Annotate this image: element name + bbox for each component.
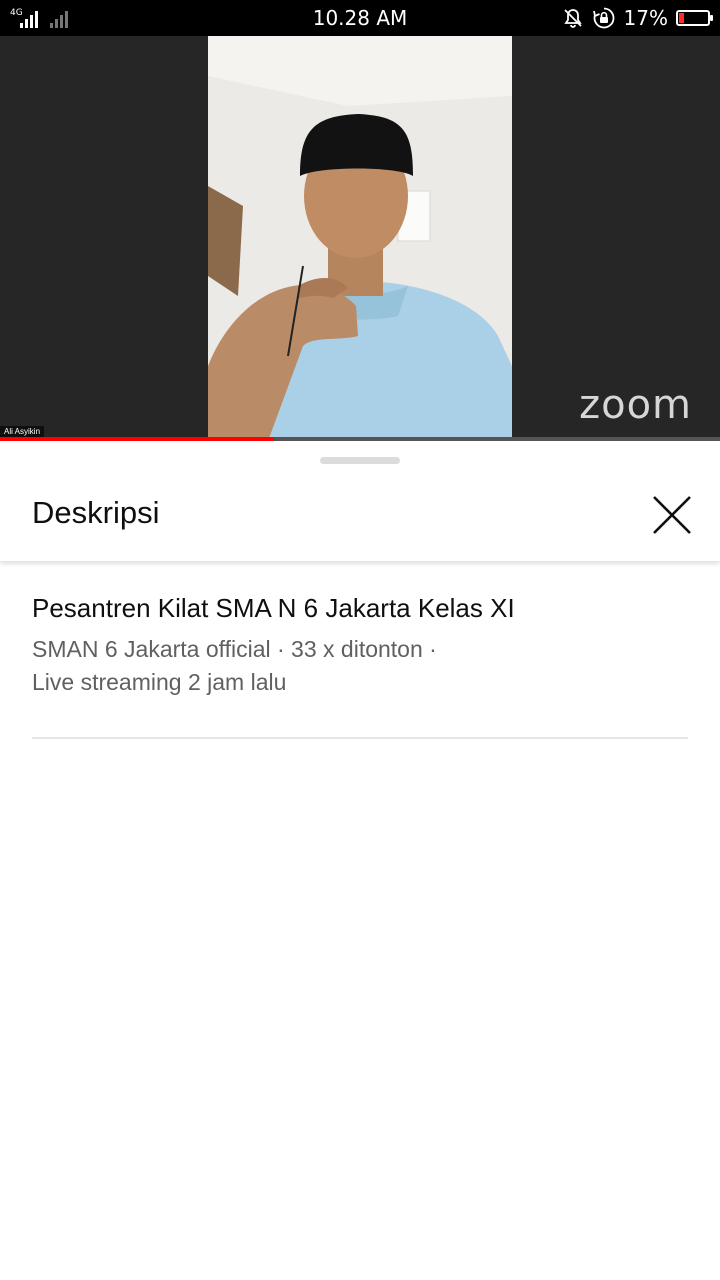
- description-sheet: Deskripsi Pesantren Kilat SMA N 6 Jakart…: [0, 441, 720, 1280]
- participant-name: Ali Asyikin: [0, 426, 45, 437]
- close-button[interactable]: [640, 483, 704, 547]
- app-screen: 4G 10.28 AM 17% Ali Asyikin zoom Deskrip…: [0, 0, 720, 1280]
- mute-icon: [563, 9, 582, 28]
- battery-percent: 17%: [623, 6, 668, 30]
- battery-tip: [710, 15, 713, 21]
- status-right-icons: 17%: [562, 5, 713, 31]
- speaker-video-image: [208, 36, 512, 441]
- sheet-title: Deskripsi: [32, 495, 160, 530]
- battery-level-fill: [679, 13, 684, 23]
- video-frame: [208, 36, 512, 441]
- divider: [32, 737, 688, 739]
- metadata-line-channel-views: SMAN 6 Jakarta official · 33 x ditonton …: [32, 636, 437, 662]
- video-player[interactable]: Ali Asyikin zoom: [0, 36, 720, 441]
- zoom-watermark: zoom: [579, 382, 692, 428]
- metadata-line-streamed: Live streaming 2 jam lalu: [32, 669, 287, 695]
- sheet-drag-handle[interactable]: [320, 457, 400, 464]
- video-metadata: SMAN 6 Jakarta official · 33 x ditonton …: [32, 633, 688, 699]
- status-bar: 4G 10.28 AM 17%: [0, 0, 720, 36]
- battery-icon: [676, 10, 713, 26]
- rotation-lock-icon: [592, 7, 614, 29]
- close-icon: [653, 496, 691, 534]
- description-content: Pesantren Kilat SMA N 6 Jakarta Kelas XI…: [32, 591, 688, 699]
- video-title: Pesantren Kilat SMA N 6 Jakarta Kelas XI: [32, 593, 515, 623]
- sheet-header: Deskripsi: [0, 471, 720, 561]
